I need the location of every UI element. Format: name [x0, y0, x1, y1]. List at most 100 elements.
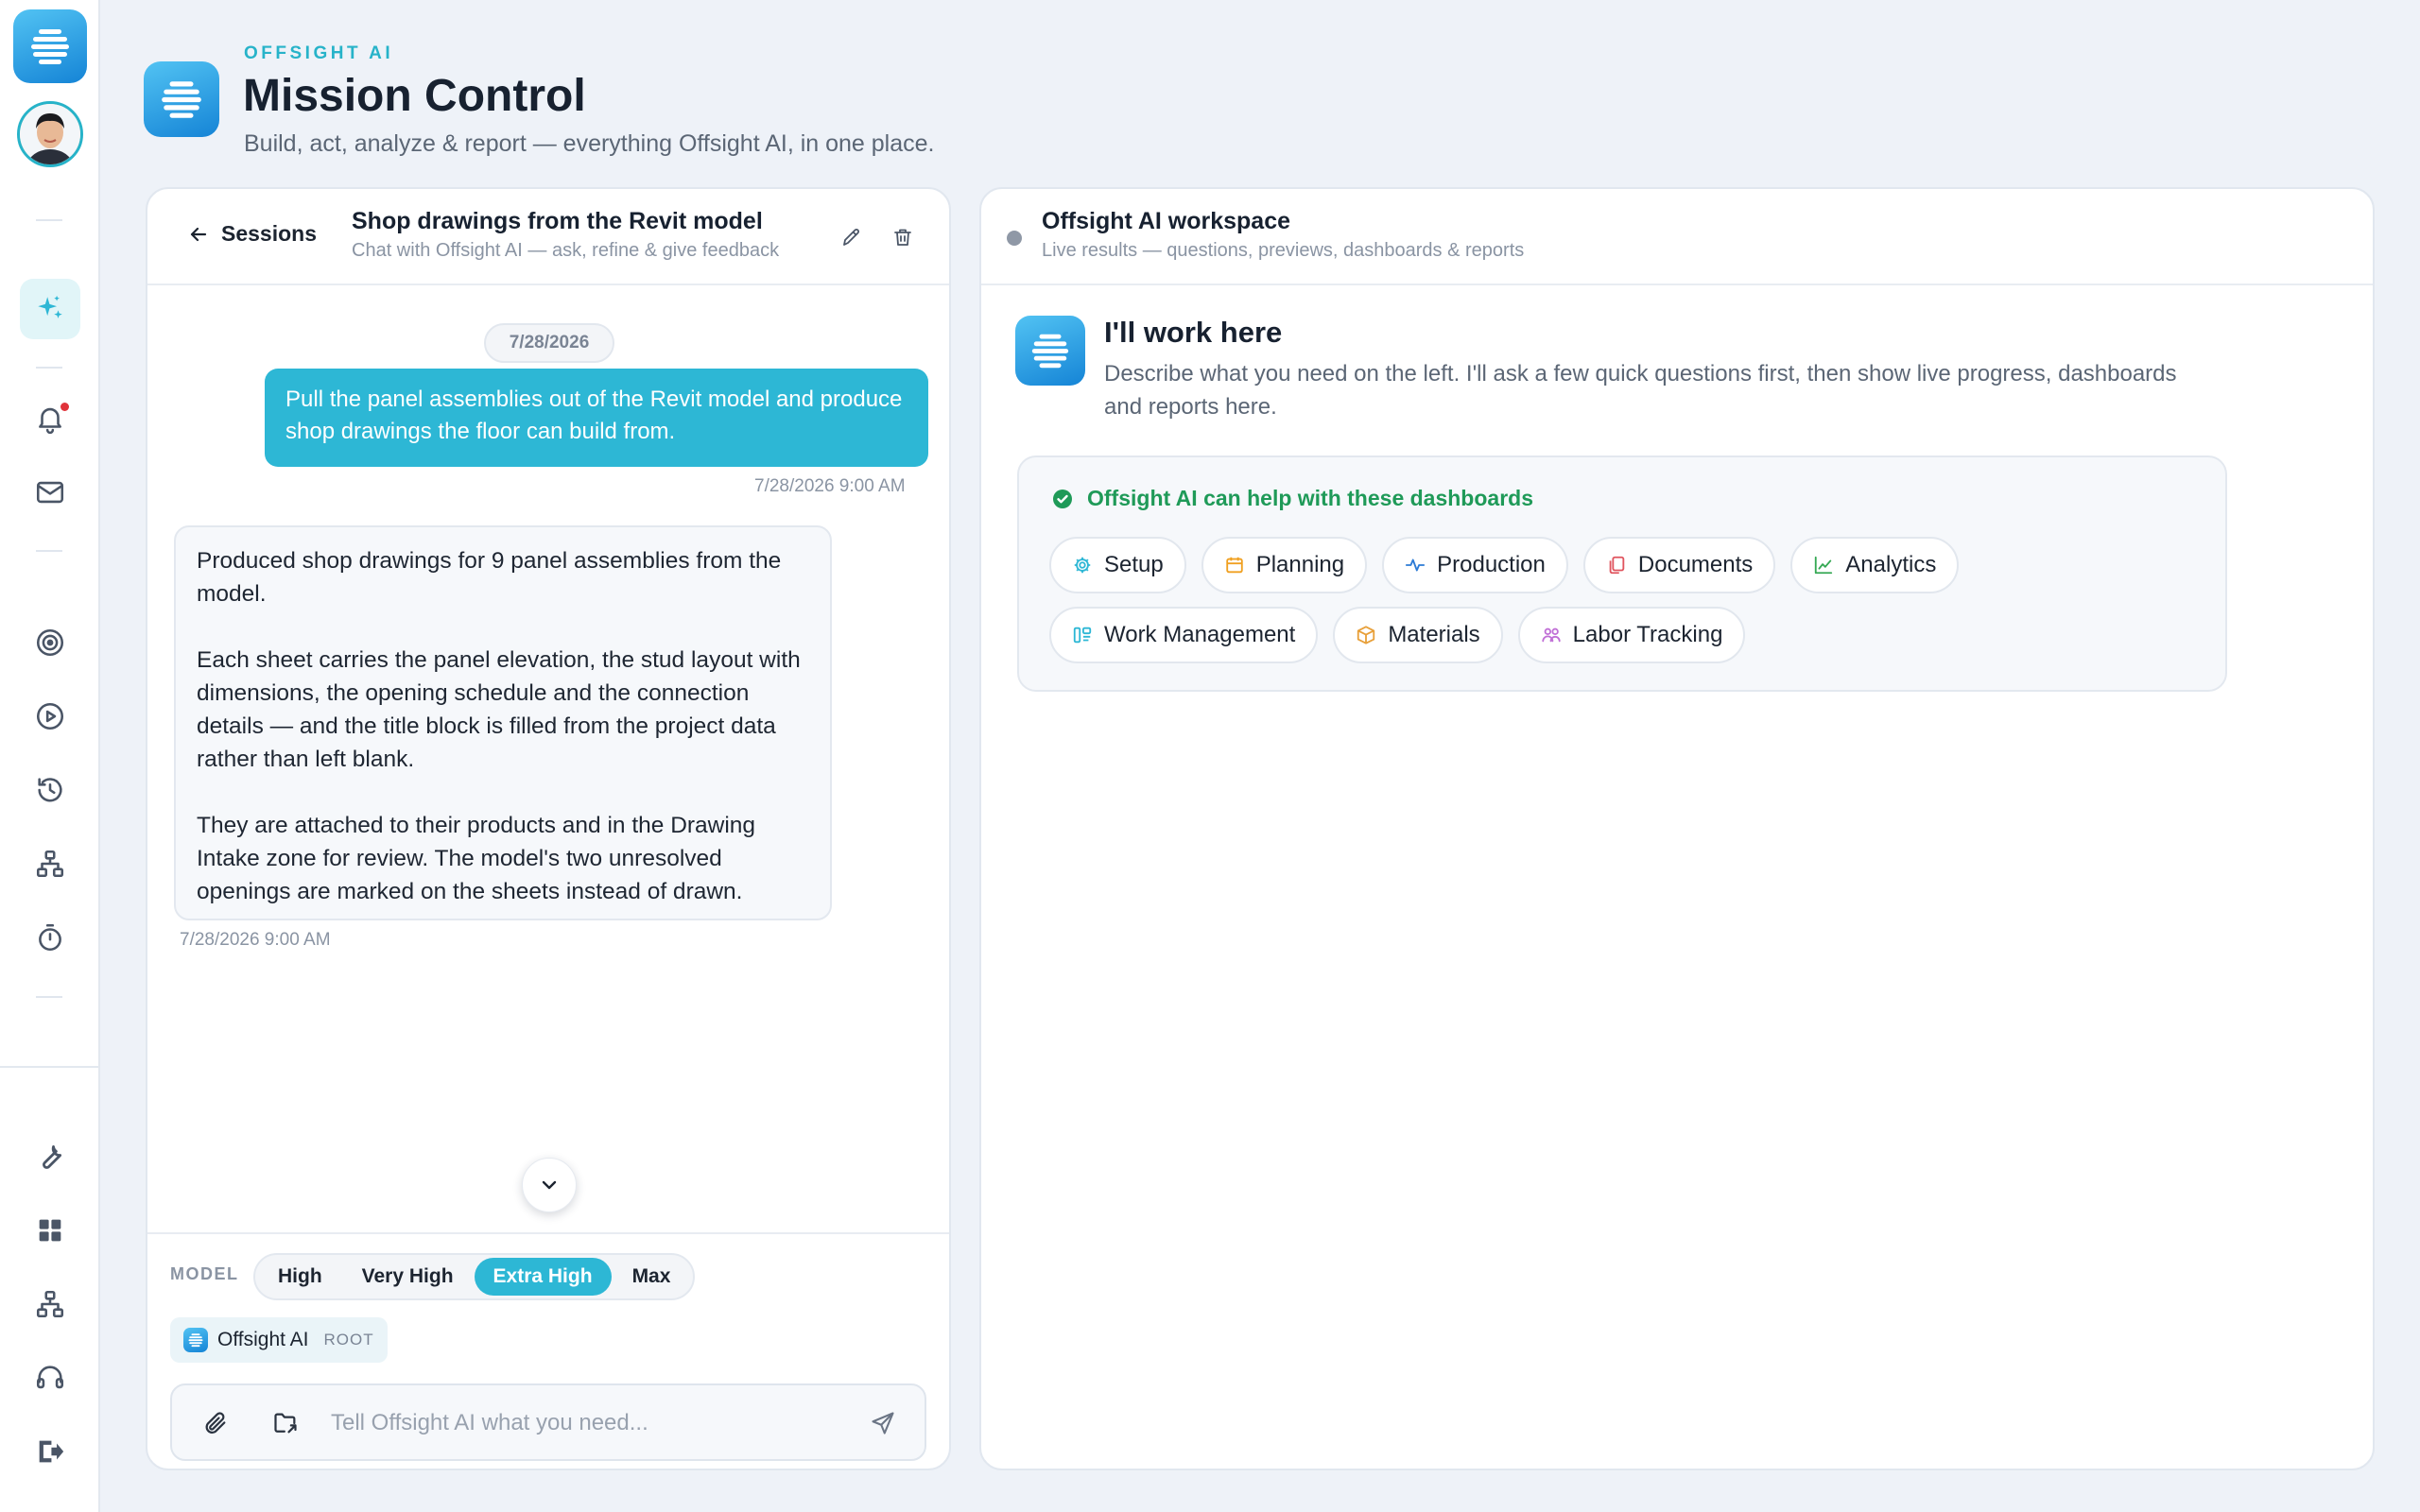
back-label: Sessions [221, 221, 317, 246]
rail-divider [36, 996, 62, 998]
sidebar-item-ai-assistant[interactable] [20, 279, 80, 339]
rail-divider [36, 367, 62, 369]
dashboard-chip-label: Planning [1255, 552, 1345, 577]
sidebar-item-timer[interactable] [20, 907, 80, 968]
agent-chip[interactable]: Offsight AI ROOT [170, 1317, 388, 1363]
workspace-heading: I'll work here [1104, 316, 1283, 349]
dashboard-chip-setup[interactable]: Setup [1049, 537, 1186, 593]
dashboard-chip-label: Materials [1388, 622, 1480, 647]
rename-session-button[interactable] [838, 223, 866, 251]
logout-icon [39, 1440, 64, 1463]
send-icon [872, 1412, 894, 1435]
dashboard-chip-label: Labor Tracking [1572, 622, 1723, 647]
header-logo [144, 61, 219, 137]
page-subtitle: Build, act, analyze & report — everythin… [244, 130, 935, 157]
user-avatar[interactable] [17, 101, 83, 167]
sidebar-item-tools[interactable] [20, 1126, 80, 1187]
status-dot [1007, 231, 1022, 246]
assistant-paragraph: Produced shop drawings for 9 panel assem… [197, 548, 782, 607]
grid-icon [39, 1219, 61, 1242]
sidebar-item-support[interactable] [20, 1348, 80, 1408]
pencil-icon [843, 229, 859, 246]
model-selector: High Very High Extra High Max [253, 1253, 696, 1300]
model-option-high[interactable]: High [259, 1258, 341, 1296]
pulse-icon [1406, 558, 1426, 572]
dashboard-chip-documents[interactable]: Documents [1582, 537, 1776, 593]
dashboards-card-title: Offsight AI can help with these dashboar… [1087, 486, 1533, 510]
workspace-logo [1015, 316, 1085, 386]
dashboard-chip-label: Work Management [1104, 622, 1296, 647]
check-circle-icon [1053, 489, 1072, 508]
rail-divider [36, 219, 62, 221]
hierarchy-icon [36, 850, 64, 878]
dashboard-chip-production[interactable]: Production [1382, 537, 1568, 593]
attach-folder-button[interactable] [270, 1408, 301, 1438]
sidebar-item-targets[interactable] [20, 612, 80, 673]
delete-session-button[interactable] [889, 223, 917, 251]
trash-icon [894, 229, 911, 246]
network-icon [36, 1290, 64, 1318]
assistant-paragraph: Each sheet carries the panel elevation, … [197, 647, 801, 772]
model-label: MODEL [170, 1264, 239, 1283]
rail-section-divider [0, 1066, 98, 1068]
app-logo[interactable] [13, 9, 87, 83]
chevron-down-icon [542, 1180, 557, 1190]
chat-footer: MODEL High Very High Extra High Max Offs… [147, 1232, 949, 1469]
sidebar-item-mail[interactable] [20, 462, 80, 523]
paperclip-icon [205, 1412, 226, 1435]
back-to-sessions-button[interactable]: Sessions [187, 221, 317, 247]
session-subtitle: Chat with Offsight AI — ask, refine & gi… [352, 240, 780, 261]
dashboard-chip-label: Setup [1104, 552, 1164, 577]
wrench-icon [43, 1144, 62, 1169]
folder-link-icon [274, 1413, 297, 1434]
message-input[interactable] [331, 1402, 841, 1444]
dashboards-card: Offsight AI can help with these dashboar… [1017, 455, 2227, 692]
assistant-message-timestamp: 7/28/2026 9:00 AM [180, 930, 331, 950]
date-separator: 7/28/2026 [484, 323, 614, 363]
history-icon [38, 778, 62, 802]
mail-icon [36, 481, 64, 504]
people-icon [1542, 627, 1561, 643]
dashboard-chip-work-management[interactable]: Work Management [1049, 607, 1319, 663]
model-option-max[interactable]: Max [614, 1258, 690, 1296]
model-option-extra-high[interactable]: Extra High [474, 1258, 612, 1296]
dashboard-chips: Setup Planning Production Documents Anal… [1049, 537, 2203, 663]
notification-badge [60, 403, 69, 411]
sidebar-item-logout[interactable] [20, 1421, 80, 1482]
chat-header: Sessions Shop drawings from the Revit mo… [147, 189, 949, 285]
sidebar-item-network[interactable] [20, 1274, 80, 1334]
documents-icon [1609, 556, 1625, 575]
box-icon [1357, 626, 1375, 644]
dashboard-chip-label: Analytics [1845, 552, 1937, 577]
dashboards-card-header: Offsight AI can help with these dashboar… [1051, 486, 1533, 511]
brand-label: OFFSIGHT AI [244, 43, 394, 63]
sidebar-item-playback[interactable] [20, 686, 80, 747]
target-icon [36, 628, 64, 657]
message-composer [170, 1383, 926, 1461]
dashboard-chip-analytics[interactable]: Analytics [1790, 537, 1960, 593]
avatar-image [20, 104, 80, 164]
session-title: Shop drawings from the Revit model [352, 208, 763, 234]
attach-file-button[interactable] [200, 1408, 231, 1438]
user-message-timestamp: 7/28/2026 9:00 AM [754, 476, 906, 496]
dashboard-chip-materials[interactable]: Materials [1333, 607, 1503, 663]
chat-panel: Sessions Shop drawings from the Revit mo… [146, 187, 951, 1470]
model-option-very-high[interactable]: Very High [343, 1258, 473, 1296]
sidebar-item-notifications[interactable] [20, 388, 80, 449]
send-button[interactable] [868, 1408, 898, 1438]
arrow-left-icon [190, 227, 207, 241]
kanban-icon [1073, 627, 1092, 644]
workspace-subtitle: Live results — questions, previews, dash… [1042, 240, 1525, 261]
page-title: Mission Control [243, 71, 586, 121]
scroll-to-bottom-button[interactable] [522, 1158, 577, 1212]
sidebar-item-history[interactable] [20, 760, 80, 820]
sparkle-icon [38, 295, 62, 318]
dashboard-chip-label: Documents [1637, 552, 1754, 577]
sidebar-item-hierarchy[interactable] [20, 833, 80, 894]
dashboard-chip-labor-tracking[interactable]: Labor Tracking [1517, 607, 1746, 663]
stopwatch-icon [39, 923, 61, 952]
workspace-header: Offsight AI workspace Live results — que… [981, 189, 2373, 285]
sidebar-item-dashboards[interactable] [20, 1200, 80, 1261]
rail-divider [36, 550, 62, 552]
dashboard-chip-planning[interactable]: Planning [1201, 537, 1368, 593]
